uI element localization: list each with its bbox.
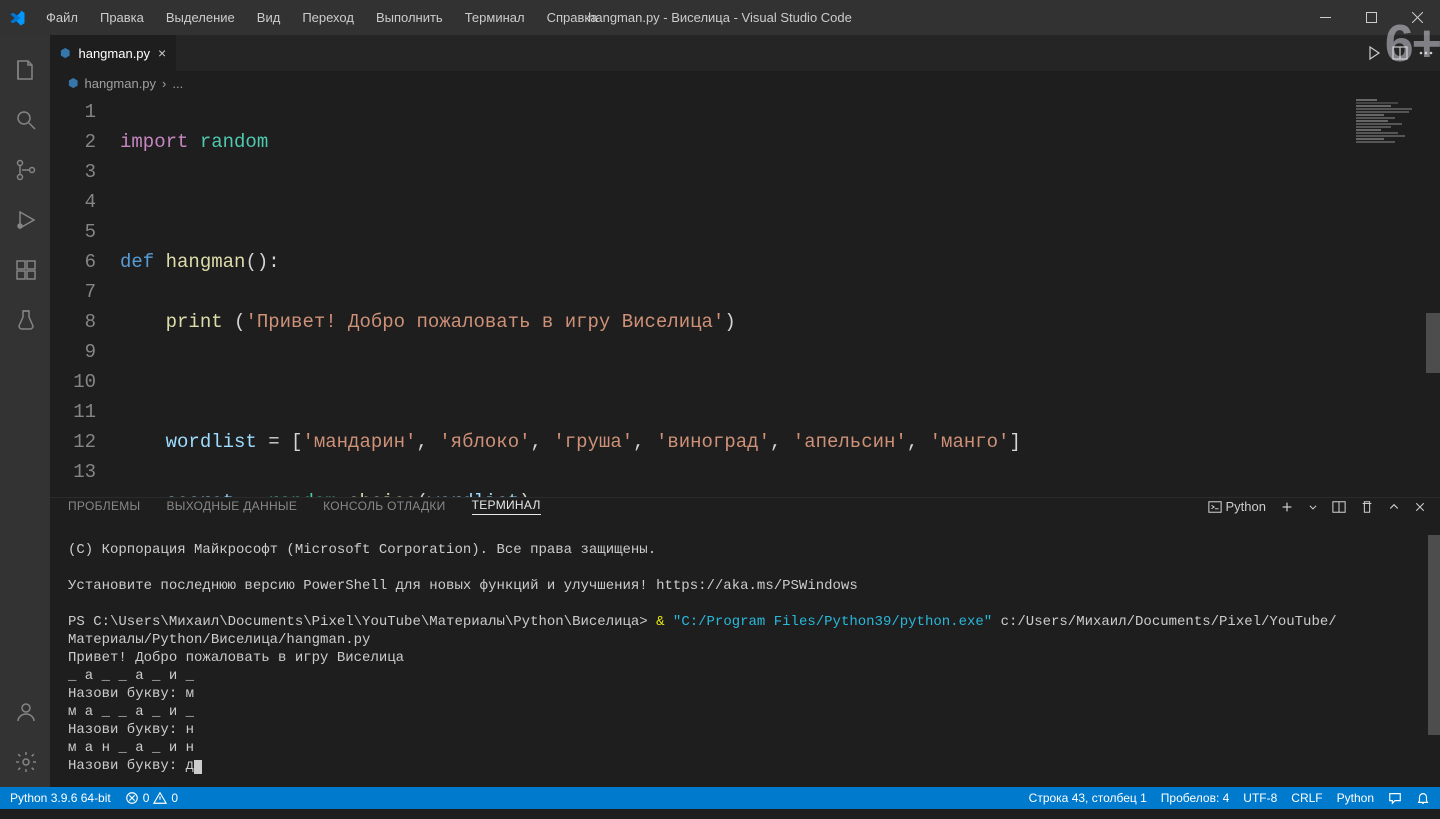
menu-run[interactable]: Выполнить [366, 4, 453, 31]
testing-icon[interactable] [0, 295, 50, 345]
main-menu: Файл Правка Выделение Вид Переход Выполн… [36, 4, 608, 31]
source-control-icon[interactable] [0, 145, 50, 195]
extensions-icon[interactable] [0, 245, 50, 295]
panel-tabs: ПРОБЛЕМЫ ВЫХОДНЫЕ ДАННЫЕ КОНСОЛЬ ОТЛАДКИ… [50, 498, 1440, 515]
terminal-shell-select[interactable]: Python [1208, 499, 1266, 514]
breadcrumb-suffix: ... [172, 76, 183, 91]
editor-scrollbar[interactable] [1426, 95, 1440, 497]
search-icon[interactable] [0, 95, 50, 145]
maximize-button[interactable] [1348, 0, 1394, 35]
python-file-icon: ⬢ [68, 76, 78, 90]
vscode-logo-icon [8, 9, 26, 27]
minimize-button[interactable] [1302, 0, 1348, 35]
panel-tab-terminal[interactable]: ТЕРМИНАЛ [472, 498, 541, 515]
menu-terminal[interactable]: Терминал [455, 4, 535, 31]
window-controls [1302, 0, 1440, 35]
code-area[interactable]: import random def hangman(): print ('При… [120, 95, 1440, 497]
bottom-panel: ПРОБЛЕМЫ ВЫХОДНЫЕ ДАННЫЕ КОНСОЛЬ ОТЛАДКИ… [50, 497, 1440, 787]
accounts-icon[interactable] [0, 687, 50, 737]
minimap[interactable] [1356, 99, 1426, 159]
close-tab-icon[interactable]: × [158, 45, 166, 61]
menu-view[interactable]: Вид [247, 4, 291, 31]
title-bar: Файл Правка Выделение Вид Переход Выполн… [0, 0, 1440, 35]
tab-label: hangman.py [78, 46, 150, 61]
breadcrumb[interactable]: ⬢ hangman.py › ... [50, 71, 1440, 95]
tab-hangman[interactable]: ⬢ hangman.py × [50, 35, 177, 71]
editor-tabs: ⬢ hangman.py × [50, 35, 1440, 71]
close-panel-icon[interactable] [1414, 501, 1426, 513]
terminal-output[interactable]: (C) Корпорация Майкрософт (Microsoft Cor… [50, 515, 1440, 819]
split-editor-icon[interactable] [1392, 45, 1408, 61]
python-file-icon: ⬢ [60, 46, 70, 60]
menu-go[interactable]: Переход [292, 4, 364, 31]
terminal-scrollbar[interactable] [1428, 535, 1440, 735]
window-title: hangman.py - Виселица - Visual Studio Co… [588, 10, 852, 25]
editor-actions [1366, 35, 1434, 71]
terminal-cursor [194, 760, 202, 774]
panel-tab-output[interactable]: ВЫХОДНЫЕ ДАННЫЕ [166, 499, 297, 515]
run-file-icon[interactable] [1366, 45, 1382, 61]
editor[interactable]: 123 456 789 101112 13 import random def … [50, 95, 1440, 497]
chevron-right-icon: › [162, 76, 166, 91]
explorer-icon[interactable] [0, 45, 50, 95]
line-numbers: 123 456 789 101112 13 [50, 95, 120, 497]
more-actions-icon[interactable] [1418, 45, 1434, 61]
maximize-panel-icon[interactable] [1388, 501, 1400, 513]
breadcrumb-file: hangman.py [84, 76, 156, 91]
scrollbar-thumb[interactable] [1426, 313, 1440, 373]
split-terminal-icon[interactable] [1332, 500, 1346, 514]
run-debug-icon[interactable] [0, 195, 50, 245]
new-terminal-icon[interactable] [1280, 500, 1294, 514]
menu-selection[interactable]: Выделение [156, 4, 245, 31]
menu-edit[interactable]: Правка [90, 4, 154, 31]
panel-tab-problems[interactable]: ПРОБЛЕМЫ [68, 499, 140, 515]
chevron-down-icon[interactable] [1308, 502, 1318, 512]
menu-file[interactable]: Файл [36, 4, 88, 31]
settings-icon[interactable] [0, 737, 50, 787]
activity-bar [0, 35, 50, 787]
kill-terminal-icon[interactable] [1360, 500, 1374, 514]
close-button[interactable] [1394, 0, 1440, 35]
panel-tab-debug-console[interactable]: КОНСОЛЬ ОТЛАДКИ [323, 499, 445, 515]
